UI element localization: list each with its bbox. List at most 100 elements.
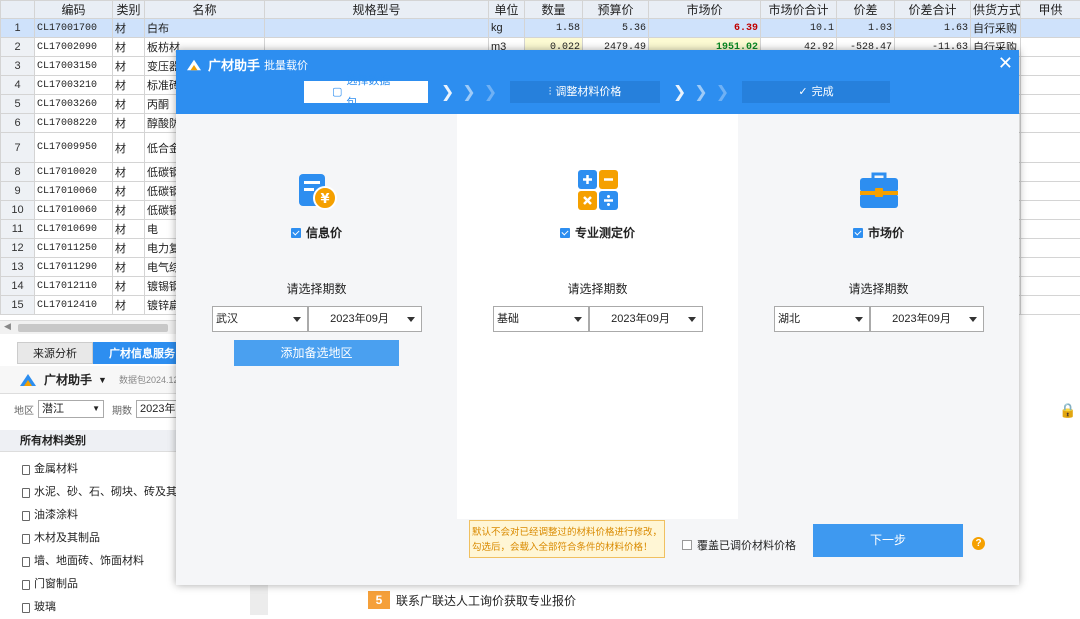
professional-price-checkbox[interactable]: 专业测定价 [457, 224, 738, 241]
cell-no[interactable]: 4 [1, 76, 35, 95]
cell-no[interactable]: 9 [1, 182, 35, 201]
cell-code[interactable]: CL17009950 [35, 133, 113, 163]
cell-code[interactable]: CL17003210 [35, 76, 113, 95]
cell-no[interactable]: 2 [1, 38, 35, 57]
period-select[interactable]: 2023年09月 [589, 306, 703, 332]
grid-header-cell[interactable]: 供货方式 [971, 1, 1021, 19]
cell-jia[interactable] [1021, 95, 1080, 114]
cell-supply[interactable]: 自行采购 [971, 19, 1021, 38]
cell-jia[interactable] [1021, 133, 1080, 163]
grid-header-cell[interactable]: 市场价 [649, 1, 761, 19]
cell-name[interactable]: 白布 [145, 19, 265, 38]
grid-header-cell[interactable]: 市场价合计 [761, 1, 837, 19]
cell-difftotal[interactable]: 1.63 [895, 19, 971, 38]
cell-code[interactable]: CL17003150 [35, 57, 113, 76]
grid-header-cell[interactable] [1, 1, 35, 19]
cell-jia[interactable] [1021, 114, 1080, 133]
next-button[interactable]: 下一步 [813, 524, 963, 557]
cell-no[interactable]: 15 [1, 296, 35, 315]
cell-diff[interactable]: 1.03 [837, 19, 895, 38]
grid-header-cell[interactable]: 数量 [525, 1, 583, 19]
category-item[interactable]: 水泥、砂、石、砌块、砖及其 [22, 481, 177, 504]
grid-header-cell[interactable]: 名称 [145, 1, 265, 19]
cell-jia[interactable] [1021, 220, 1080, 239]
category-item[interactable]: 玻璃 [22, 596, 177, 619]
add-region-button[interactable]: 添加备选地区 [234, 340, 399, 366]
cell-type[interactable]: 材 [113, 163, 145, 182]
cell-code[interactable]: CL17011250 [35, 239, 113, 258]
cell-no[interactable]: 11 [1, 220, 35, 239]
cell-unit[interactable]: kg [489, 19, 525, 38]
chevron-down-icon[interactable]: ▼ [98, 375, 107, 385]
guide-step-5[interactable]: 5 联系广联达人工询价获取专业报价 [368, 591, 576, 609]
grid-header-cell[interactable]: 预算价 [583, 1, 649, 19]
cell-qty[interactable]: 1.58 [525, 19, 583, 38]
cell-jia[interactable] [1021, 277, 1080, 296]
cell-code[interactable]: CL17011290 [35, 258, 113, 277]
scroll-thumb[interactable] [18, 324, 168, 332]
scroll-left-icon[interactable]: ◀ [4, 321, 11, 332]
cell-type[interactable]: 材 [113, 114, 145, 133]
grid-header-cell[interactable]: 价差合计 [895, 1, 971, 19]
cell-jia[interactable] [1021, 239, 1080, 258]
tab-source-analysis[interactable]: 来源分析 [17, 342, 93, 364]
cell-jia[interactable] [1021, 38, 1080, 57]
grid-header-cell[interactable]: 价差 [837, 1, 895, 19]
cell-no[interactable]: 12 [1, 239, 35, 258]
cell-no[interactable]: 10 [1, 201, 35, 220]
cell-spec[interactable] [265, 19, 489, 38]
cell-type[interactable]: 材 [113, 57, 145, 76]
lock-icon[interactable]: 🔒 [1059, 402, 1076, 419]
info-price-checkbox[interactable]: 信息价 [176, 224, 457, 241]
cell-no[interactable]: 1 [1, 19, 35, 38]
cell-type[interactable]: 材 [113, 239, 145, 258]
cell-code[interactable]: CL17010060 [35, 182, 113, 201]
grid-header-cell[interactable]: 规格型号 [265, 1, 489, 19]
cell-jia[interactable] [1021, 182, 1080, 201]
cell-total[interactable]: 10.1 [761, 19, 837, 38]
cell-no[interactable]: 14 [1, 277, 35, 296]
cell-jia[interactable] [1021, 163, 1080, 182]
step-select-package[interactable]: ▢选择数据包 [304, 81, 428, 103]
cell-jia[interactable] [1021, 57, 1080, 76]
cell-jia[interactable] [1021, 296, 1080, 315]
cell-code[interactable]: CL17008220 [35, 114, 113, 133]
grid-header-cell[interactable]: 类别 [113, 1, 145, 19]
cell-code[interactable]: CL17010020 [35, 163, 113, 182]
cell-no[interactable]: 3 [1, 57, 35, 76]
cell-code[interactable]: CL17010690 [35, 220, 113, 239]
cell-jia[interactable] [1021, 76, 1080, 95]
cell-no[interactable]: 6 [1, 114, 35, 133]
category-item[interactable]: 油漆涂料 [22, 504, 177, 527]
period-select[interactable]: 2023年09月 [308, 306, 422, 332]
cell-type[interactable]: 材 [113, 201, 145, 220]
cell-no[interactable]: 13 [1, 258, 35, 277]
overwrite-checkbox[interactable]: 覆盖已调价材料价格 [682, 537, 796, 553]
cell-code[interactable]: CL17010060 [35, 201, 113, 220]
cell-type[interactable]: 材 [113, 182, 145, 201]
cell-type[interactable]: 材 [113, 133, 145, 163]
help-icon[interactable]: ? [972, 537, 985, 550]
cell-type[interactable]: 材 [113, 220, 145, 239]
cell-code[interactable]: CL17012110 [35, 277, 113, 296]
cell-type[interactable]: 材 [113, 38, 145, 57]
cell-no[interactable]: 7 [1, 133, 35, 163]
cell-code[interactable]: CL17001700 [35, 19, 113, 38]
cell-type[interactable]: 材 [113, 277, 145, 296]
grid-header-cell[interactable]: 单位 [489, 1, 525, 19]
market-price-checkbox[interactable]: 市场价 [738, 224, 1019, 241]
cell-code[interactable]: CL17012410 [35, 296, 113, 315]
cell-type[interactable]: 材 [113, 95, 145, 114]
helper-name[interactable]: 广材助手 [44, 371, 92, 388]
cell-no[interactable]: 5 [1, 95, 35, 114]
cell-jia[interactable] [1021, 201, 1080, 220]
cell-no[interactable]: 8 [1, 163, 35, 182]
period-select[interactable]: 2023年09月 [870, 306, 984, 332]
region-select[interactable]: 武汉 [212, 306, 308, 332]
grid-header-cell[interactable]: 甲供 [1021, 1, 1080, 19]
cell-type[interactable]: 材 [113, 296, 145, 315]
grid-header-cell[interactable]: 编码 [35, 1, 113, 19]
cell-type[interactable]: 材 [113, 76, 145, 95]
step-adjust-price[interactable]: ⫶调整材料价格 [510, 81, 660, 103]
category-item[interactable]: 木材及其制品 [22, 527, 177, 550]
